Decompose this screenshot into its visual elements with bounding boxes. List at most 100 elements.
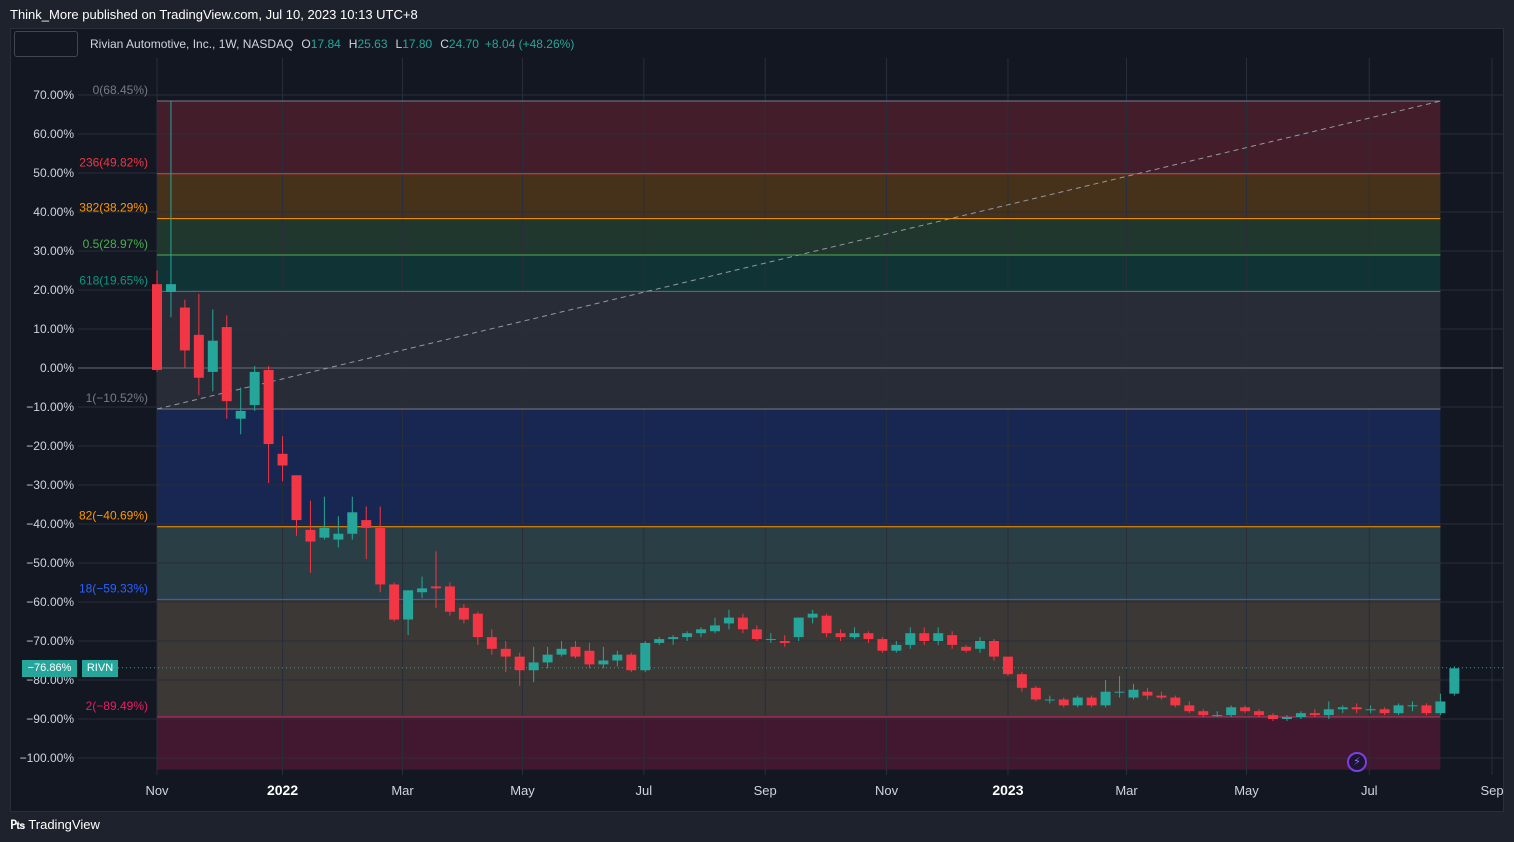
symbol-logo-box[interactable] xyxy=(14,31,78,57)
footer-brand[interactable]: TradingView xyxy=(28,817,100,832)
fib-label-2: 382(38.29%) xyxy=(79,201,148,215)
y-tick-label-11: −40.00% xyxy=(26,517,74,531)
candle-body-18 xyxy=(403,590,414,620)
x-tick-label-10: Jul xyxy=(1361,783,1378,798)
y-tick-label-2: 50.00% xyxy=(33,166,74,180)
y-tick-label-13: −60.00% xyxy=(26,595,74,609)
x-tick-label-4: Jul xyxy=(636,783,653,798)
candle-body-0 xyxy=(152,284,162,370)
x-tick-label-5: Sep xyxy=(754,783,777,798)
candle-body-93 xyxy=(1449,668,1460,694)
lightning-icon[interactable]: ⚡ xyxy=(1347,752,1367,772)
fib-label-3: 0.5(28.97%) xyxy=(83,237,148,251)
legend-high-value: 25.63 xyxy=(357,37,388,51)
fib-label-8: 2(−89.49%) xyxy=(86,699,148,713)
candle-body-62 xyxy=(1016,674,1027,688)
candle-body-72 xyxy=(1156,695,1167,698)
legend-open-value: 17.84 xyxy=(310,37,341,51)
candle-body-57 xyxy=(947,635,958,645)
y-tick-label-10: −30.00% xyxy=(26,478,74,492)
candle-body-56 xyxy=(933,633,944,641)
candle-body-75 xyxy=(1198,711,1209,716)
fib-label-0: 0(68.45%) xyxy=(93,83,148,97)
fib-zones xyxy=(157,101,1441,770)
y-tick-label-3: 40.00% xyxy=(33,205,74,219)
fib-zone-4 xyxy=(157,291,1441,410)
y-tick-label-8: −10.00% xyxy=(26,400,74,414)
candle-body-24 xyxy=(486,637,497,649)
candle-body-86 xyxy=(1351,707,1362,710)
candle-body-17 xyxy=(389,584,400,620)
candle-body-44 xyxy=(765,639,776,641)
fib-zone-8 xyxy=(157,717,1441,770)
x-axis: Nov 2022 Mar May Jul Sep Nov 2023 Mar May Jul Sep xyxy=(145,782,1503,798)
candle-body-20 xyxy=(431,586,441,589)
candle-body-32 xyxy=(598,660,609,665)
fib-label-7: 18(−59.33%) xyxy=(79,581,148,595)
candle-body-59 xyxy=(975,641,986,649)
candle-body-26 xyxy=(514,656,525,671)
candle-body-35 xyxy=(640,642,651,671)
candle-body-69 xyxy=(1114,691,1125,693)
candle-body-47 xyxy=(807,613,818,618)
y-tick-label-0: 70.00% xyxy=(33,88,74,102)
candle-body-15 xyxy=(361,520,372,528)
fib-label-6: 82(−40.69%) xyxy=(79,509,148,523)
x-tick-label-2: Mar xyxy=(391,783,414,798)
candle-body-83 xyxy=(1309,713,1320,716)
candle-body-90 xyxy=(1407,705,1418,707)
candle-body-54 xyxy=(905,633,916,645)
candle-body-46 xyxy=(793,617,804,638)
last-price-tag: −76.86% xyxy=(22,660,77,677)
candle-body-30 xyxy=(570,646,581,657)
candle-body-13 xyxy=(333,533,344,540)
candle-body-7 xyxy=(249,371,260,406)
legend-close-label: C xyxy=(440,37,449,51)
y-tick-label-14: −70.00% xyxy=(26,634,74,648)
legend-high-label: H xyxy=(348,37,358,51)
candle-body-63 xyxy=(1030,687,1041,700)
y-tick-label-16: −90.00% xyxy=(26,712,74,726)
symbol-tag: RIVN xyxy=(82,660,118,677)
candle-body-78 xyxy=(1240,707,1251,712)
candle-body-27 xyxy=(528,662,539,671)
candle-body-88 xyxy=(1379,709,1390,714)
y-tick-label-1: 60.00% xyxy=(33,127,74,141)
fib-label-5: 1(−10.52%) xyxy=(86,391,148,405)
candle-body-64 xyxy=(1044,699,1055,701)
candle-body-74 xyxy=(1184,705,1195,712)
candle-body-31 xyxy=(584,650,595,665)
candle-body-16 xyxy=(375,527,386,585)
y-tick-label-4: 30.00% xyxy=(33,244,74,258)
candle-body-50 xyxy=(849,633,860,638)
candle-body-6 xyxy=(235,410,246,419)
x-tick-label-11: Sep xyxy=(1480,783,1503,798)
y-tick-label-17: −100.00% xyxy=(20,751,75,765)
candle-body-51 xyxy=(863,633,874,640)
x-tick-label-0: Nov xyxy=(145,783,169,798)
price-chart[interactable]: 0(68.45%) 236(49.82%) 382(38.29%) 0.5(28.97… xyxy=(0,0,1514,842)
candle-body-87 xyxy=(1365,709,1376,711)
candle-body-82 xyxy=(1295,713,1306,718)
fib-label-1: 236(49.82%) xyxy=(79,156,148,170)
x-tick-label-1: 2022 xyxy=(267,782,298,798)
candle-body-5 xyxy=(221,327,232,402)
candle-body-4 xyxy=(207,340,218,372)
candle-body-67 xyxy=(1086,697,1097,706)
candle-body-66 xyxy=(1072,697,1083,706)
candle-body-23 xyxy=(472,613,483,638)
candle-body-70 xyxy=(1128,689,1139,698)
candle-body-81 xyxy=(1281,717,1292,719)
candle-body-85 xyxy=(1337,707,1348,710)
candle-body-21 xyxy=(444,586,455,612)
x-tick-label-9: May xyxy=(1234,783,1259,798)
candle-body-25 xyxy=(500,648,511,657)
candle-body-79 xyxy=(1254,711,1265,716)
tradingview-logo-icon: ₧ xyxy=(10,816,25,832)
candle-body-11 xyxy=(305,529,316,542)
candle-body-92 xyxy=(1435,701,1446,714)
legend-symbol: Rivian Automotive, Inc., 1W, NASDAQ xyxy=(90,37,294,51)
candle-body-55 xyxy=(919,633,930,641)
candle-body-52 xyxy=(877,639,888,651)
candle-body-65 xyxy=(1058,699,1069,706)
